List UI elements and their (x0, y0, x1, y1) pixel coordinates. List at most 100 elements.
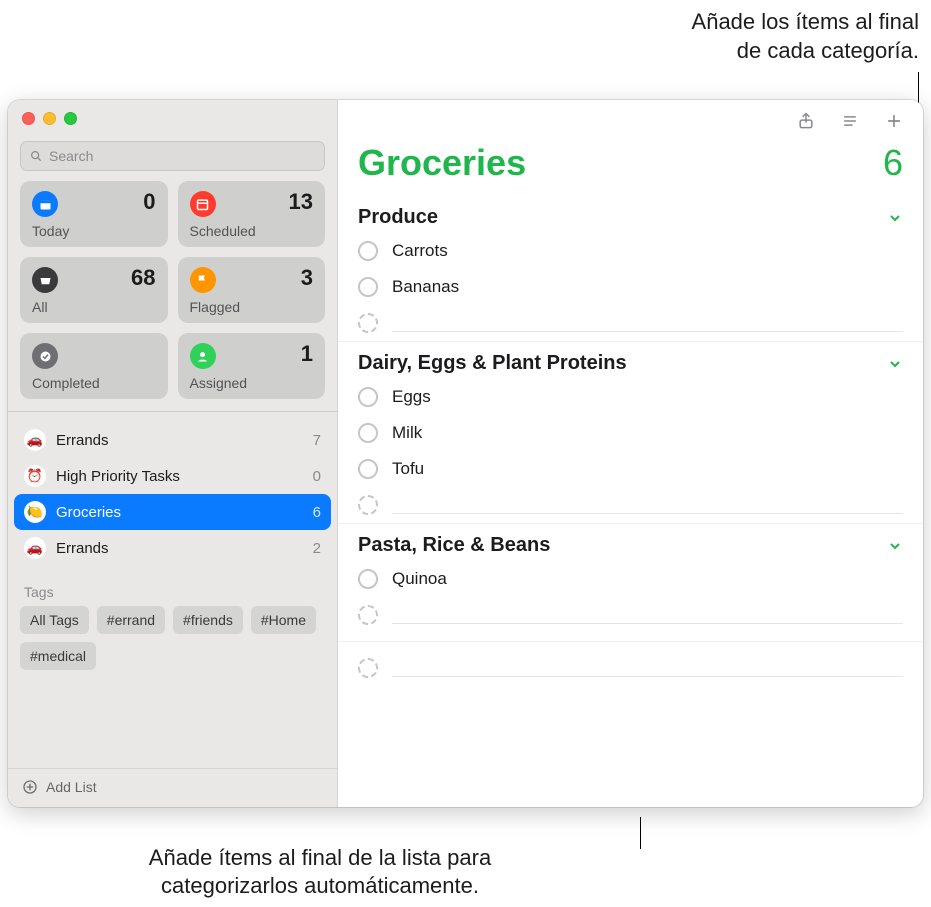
tag-all-tags[interactable]: All Tags (20, 606, 89, 634)
chevron-down-icon (887, 356, 903, 372)
new-item-in-section[interactable] (338, 487, 923, 523)
section-header[interactable]: Produce (338, 196, 923, 233)
reminder-circle[interactable] (358, 241, 378, 261)
tag-errand[interactable]: #errand (97, 606, 165, 634)
flagged-icon (190, 267, 216, 293)
reminder-title: Quinoa (392, 569, 447, 589)
list-title: Groceries (358, 142, 526, 184)
reminder-item[interactable]: Tofu (338, 451, 923, 487)
section-header[interactable]: Dairy, Eggs & Plant Proteins (338, 341, 923, 379)
list-row-high-priority-tasks[interactable]: ⏰ High Priority Tasks 0 (14, 458, 331, 494)
share-button[interactable] (795, 110, 817, 132)
smart-card-assigned[interactable]: 1 Assigned (178, 333, 326, 399)
main-panel: Groceries 6 Produce Carrots Bananas Dair… (338, 100, 923, 807)
smart-card-flagged[interactable]: 3 Flagged (178, 257, 326, 323)
new-item-uncategorized[interactable] (338, 641, 923, 686)
reminder-item[interactable]: Milk (338, 415, 923, 451)
list-row-groceries[interactable]: 🍋 Groceries 6 (14, 494, 331, 530)
callout-top: Añade los ítems al final de cada categor… (692, 8, 919, 65)
sidebar-divider (8, 411, 337, 412)
smart-label: Flagged (190, 299, 314, 315)
plus-circle-icon (22, 779, 38, 795)
list-count: 6 (883, 142, 903, 184)
section-title: Pasta, Rice & Beans (358, 534, 550, 557)
reminder-circle[interactable] (358, 459, 378, 479)
tags-container: All Tags #errand #friends #Home #medical (8, 606, 337, 682)
reminder-title: Eggs (392, 387, 431, 407)
new-item-input[interactable] (392, 659, 903, 677)
section-title: Produce (358, 206, 438, 229)
smart-label: All (32, 299, 156, 315)
list-emoji-icon: 🚗 (24, 429, 46, 451)
completed-icon (32, 343, 58, 369)
reminder-item[interactable]: Bananas (338, 269, 923, 305)
callout-top-line2: de cada categoría. (692, 37, 919, 66)
reminder-circle-empty (358, 658, 378, 678)
new-item-in-section[interactable] (338, 597, 923, 633)
list-row-errands[interactable]: 🚗 Errands 2 (14, 530, 331, 566)
add-item-button[interactable] (883, 110, 905, 132)
search-input[interactable] (49, 148, 316, 164)
smart-card-today[interactable]: 0 Today (20, 181, 168, 247)
new-item-input[interactable] (392, 314, 903, 332)
list-icon (840, 111, 860, 131)
toolbar (338, 100, 923, 138)
fullscreen-button[interactable] (64, 112, 77, 125)
sidebar: 0 Today 13 Scheduled 68 All 3 Flagged Co… (8, 100, 338, 807)
smart-card-scheduled[interactable]: 13 Scheduled (178, 181, 326, 247)
list-header: Groceries 6 (338, 138, 923, 196)
smart-card-all[interactable]: 68 All (20, 257, 168, 323)
smart-count: 13 (289, 189, 313, 215)
list-emoji-icon: 🚗 (24, 537, 46, 559)
list-count-badge: 6 (313, 504, 321, 521)
new-item-input[interactable] (392, 496, 903, 514)
reminder-item[interactable]: Quinoa (338, 561, 923, 597)
today-icon (32, 191, 58, 217)
assigned-icon (190, 343, 216, 369)
reminder-title: Tofu (392, 459, 424, 479)
reminder-circle-empty (358, 605, 378, 625)
smart-label: Assigned (190, 375, 314, 391)
tag-friends[interactable]: #friends (173, 606, 243, 634)
reminder-title: Milk (392, 423, 422, 443)
new-item-in-section[interactable] (338, 305, 923, 341)
add-list-button[interactable]: Add List (8, 768, 337, 807)
smart-label: Scheduled (190, 223, 314, 239)
list-count-badge: 2 (313, 540, 321, 557)
reminder-circle[interactable] (358, 277, 378, 297)
callout-top-line1: Añade los ítems al final (692, 8, 919, 37)
tag-medical[interactable]: #medical (20, 642, 96, 670)
list-count-badge: 7 (313, 432, 321, 449)
list-row-errands[interactable]: 🚗 Errands 7 (14, 422, 331, 458)
new-item-input[interactable] (392, 606, 903, 624)
search-field[interactable] (20, 141, 325, 171)
section-header[interactable]: Pasta, Rice & Beans (338, 523, 923, 561)
reminder-item[interactable]: Carrots (338, 233, 923, 269)
smart-count: 3 (301, 265, 313, 291)
add-list-label: Add List (46, 779, 97, 795)
smart-card-completed[interactable]: Completed (20, 333, 168, 399)
list-name: High Priority Tasks (56, 468, 180, 485)
share-icon (796, 111, 816, 131)
traffic-lights (8, 100, 337, 135)
chevron-down-icon (887, 538, 903, 554)
reminder-circle-empty (358, 495, 378, 515)
callout-bottom-line2: categorizarlos automáticamente. (0, 872, 640, 901)
reminder-circle[interactable] (358, 387, 378, 407)
tag-home[interactable]: #Home (251, 606, 316, 634)
reminder-circle[interactable] (358, 423, 378, 443)
reminder-circle-empty (358, 313, 378, 333)
reminder-item[interactable]: Eggs (338, 379, 923, 415)
view-options-button[interactable] (839, 110, 861, 132)
smart-count: 0 (143, 189, 155, 215)
list-emoji-icon: ⏰ (24, 465, 46, 487)
tags-header: Tags (8, 574, 337, 606)
callout-bottom: Añade ítems al final de la lista para ca… (0, 844, 640, 901)
smart-label: Today (32, 223, 156, 239)
reminder-circle[interactable] (358, 569, 378, 589)
list-emoji-icon: 🍋 (24, 501, 46, 523)
close-button[interactable] (22, 112, 35, 125)
list-count-badge: 0 (313, 468, 321, 485)
callout-bottom-leader (640, 817, 641, 849)
minimize-button[interactable] (43, 112, 56, 125)
